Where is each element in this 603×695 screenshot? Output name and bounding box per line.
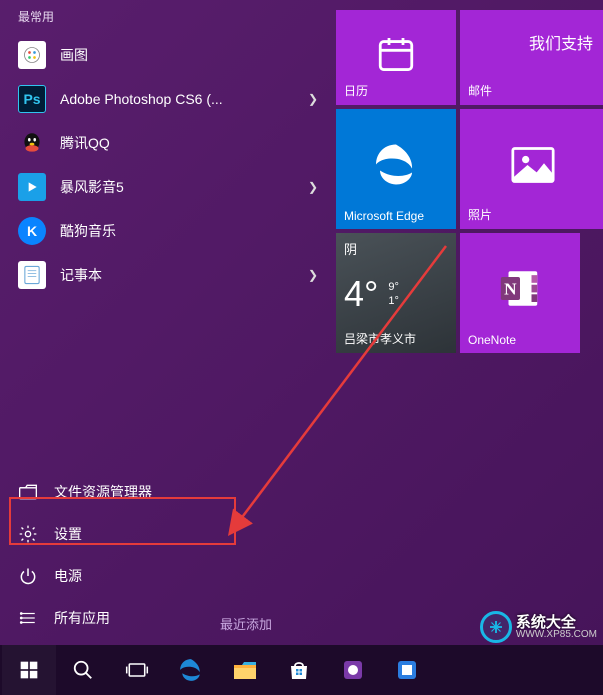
app-item-qq[interactable]: 腾讯QQ <box>0 121 330 165</box>
photos-icon <box>511 146 555 187</box>
taskbar-task-view[interactable] <box>110 645 164 695</box>
start-menu: 最常用 画图 Ps Adobe Photoshop CS6 (... ❯ 腾讯Q… <box>0 0 603 645</box>
app-label: 酷狗音乐 <box>60 221 318 241</box>
chevron-right-icon: ❯ <box>308 92 318 106</box>
weather-location: 吕梁市孝义市 <box>344 330 448 347</box>
taskbar-file-explorer[interactable] <box>218 645 272 695</box>
taskbar <box>0 645 603 695</box>
app-label: Adobe Photoshop CS6 (... <box>60 91 308 107</box>
task-view-icon <box>125 660 149 680</box>
tile-mail[interactable]: 邮件 <box>460 10 603 105</box>
sys-label: 设置 <box>54 524 82 544</box>
right-header-text: 我们支持 <box>529 30 593 54</box>
all-apps-icon <box>18 608 38 628</box>
power-icon <box>18 566 38 586</box>
baofeng-icon <box>18 173 46 201</box>
sys-power[interactable]: 电源 <box>0 555 330 597</box>
start-left-column: 最常用 画图 Ps Adobe Photoshop CS6 (... ❯ 腾讯Q… <box>0 0 330 645</box>
sys-file-explorer[interactable]: 文件资源管理器 <box>0 471 330 513</box>
app-item-kugou[interactable]: K 酷狗音乐 <box>0 209 330 253</box>
tile-calendar[interactable]: 日历 <box>336 10 456 105</box>
start-button[interactable] <box>2 645 56 695</box>
tile-edge[interactable]: Microsoft Edge <box>336 109 456 229</box>
app-icon <box>341 658 365 682</box>
onenote-icon: N <box>497 266 543 315</box>
notepad-icon <box>18 261 46 289</box>
settings-icon <box>18 524 38 544</box>
chevron-right-icon: ❯ <box>308 180 318 194</box>
app-label: 暴风影音5 <box>60 177 308 197</box>
start-bottom-items: 文件资源管理器 设置 电源 所有应用 <box>0 471 330 639</box>
tile-label: 照片 <box>468 206 597 223</box>
tile-photos[interactable]: 照片 <box>460 109 603 229</box>
app-label: 画图 <box>60 45 318 65</box>
file-explorer-icon <box>18 482 38 502</box>
svg-text:N: N <box>504 279 517 298</box>
store-icon <box>287 658 311 682</box>
taskbar-app-purple[interactable] <box>326 645 380 695</box>
search-icon <box>72 659 94 681</box>
tile-label: OneNote <box>468 333 572 347</box>
taskbar-store[interactable] <box>272 645 326 695</box>
tile-label: 邮件 <box>468 82 597 99</box>
tile-onenote[interactable]: N OneNote <box>460 233 580 353</box>
app-label: 记事本 <box>60 265 308 285</box>
weather-high: 9° <box>388 280 399 294</box>
qq-icon <box>18 129 46 157</box>
sys-label: 电源 <box>54 566 82 586</box>
windows-icon <box>19 660 39 680</box>
sys-label: 所有应用 <box>54 608 110 628</box>
weather-low: 1° <box>388 294 399 308</box>
app-label: 腾讯QQ <box>60 133 318 153</box>
app-item-notepad[interactable]: 记事本 ❯ <box>0 253 330 297</box>
taskbar-search[interactable] <box>56 645 110 695</box>
weather-condition: 阴 <box>344 239 448 258</box>
tile-label: 日历 <box>344 82 448 99</box>
recently-added-label: 最近添加 <box>220 614 272 633</box>
paint-icon <box>18 41 46 69</box>
edge-icon <box>178 657 204 683</box>
app-item-photoshop[interactable]: Ps Adobe Photoshop CS6 (... ❯ <box>0 77 330 121</box>
calendar-icon <box>375 32 417 77</box>
chevron-right-icon: ❯ <box>308 268 318 282</box>
app-item-paint[interactable]: 画图 <box>0 33 330 77</box>
kugou-icon: K <box>18 217 46 245</box>
sys-settings[interactable]: 设置 <box>0 513 330 555</box>
photoshop-icon: Ps <box>18 85 46 113</box>
tile-label: Microsoft Edge <box>344 209 448 223</box>
app-icon <box>395 658 419 682</box>
folder-icon <box>232 659 258 681</box>
tile-weather[interactable]: 阴 4° 9° 1° 吕梁市孝义市 <box>336 233 456 353</box>
taskbar-edge[interactable] <box>164 645 218 695</box>
sys-label: 文件资源管理器 <box>54 482 152 502</box>
sys-all-apps[interactable]: 所有应用 <box>0 597 330 639</box>
edge-icon <box>372 140 420 191</box>
weather-temp: 4° <box>344 273 378 315</box>
most-used-header: 最常用 <box>0 4 330 33</box>
app-item-baofeng[interactable]: 暴风影音5 ❯ <box>0 165 330 209</box>
taskbar-app-blue[interactable] <box>380 645 434 695</box>
